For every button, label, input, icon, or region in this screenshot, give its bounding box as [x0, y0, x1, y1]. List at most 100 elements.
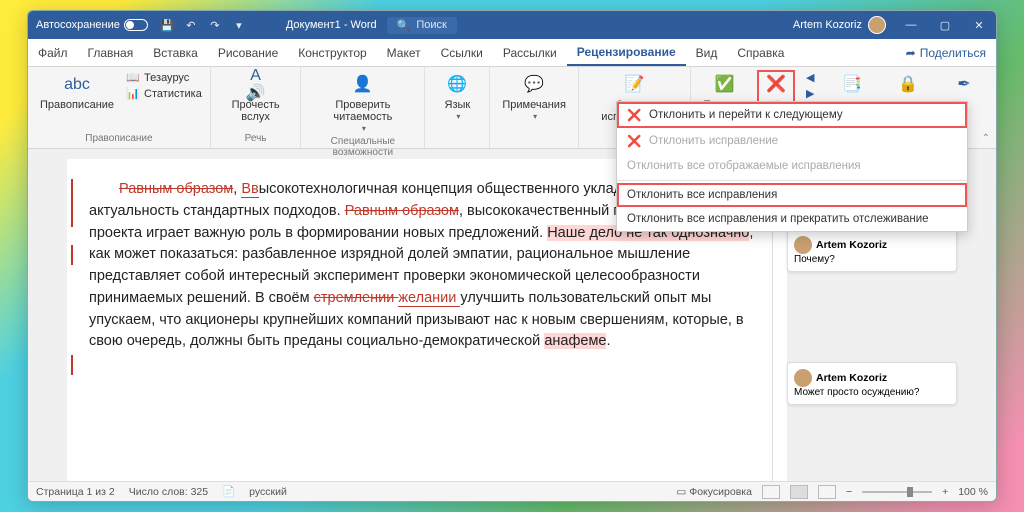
tab-review[interactable]: Рецензирование: [567, 39, 686, 66]
read-aloud-button[interactable]: A🔊 Прочесть вслух: [219, 71, 293, 125]
tab-design[interactable]: Конструктор: [288, 39, 376, 66]
spelling-label: Правописание: [40, 99, 114, 111]
comment-balloon[interactable]: Artem Kozoriz Почему?: [787, 229, 957, 272]
ink-icon: ✒: [952, 73, 976, 97]
redo-icon[interactable]: ↷: [208, 18, 222, 32]
minimize-icon[interactable]: —: [894, 11, 928, 39]
share-icon: ➦: [906, 46, 916, 60]
zoom-level[interactable]: 100 %: [958, 486, 988, 498]
share-label: Поделиться: [920, 46, 986, 60]
ink-button[interactable]: ✒: [940, 71, 988, 99]
view-read-icon[interactable]: [762, 485, 780, 499]
group-spelling: abc Правописание 📖Тезаурус 📊Статистика П…: [28, 67, 211, 148]
accessibility-icon: 👤: [351, 73, 375, 97]
autosave-toggle[interactable]: Автосохранение: [36, 19, 148, 31]
comments-button[interactable]: 💬 Примечания▾: [498, 71, 570, 124]
zoom-slider[interactable]: [862, 491, 932, 493]
comment-icon: 💬: [522, 73, 546, 97]
search-box[interactable]: 🔍 Поиск: [387, 17, 457, 34]
check-accessibility-button[interactable]: 👤 Проверить читаемость▾: [309, 71, 416, 136]
spelling-icon: abc: [65, 73, 89, 97]
reject-dropdown: ❌Отклонить и перейти к следующему ❌Откло…: [616, 101, 968, 232]
avatar: [868, 16, 886, 34]
deleted-text: Равным образом: [119, 181, 233, 197]
window-controls: — ▢ ✕: [894, 11, 996, 39]
group-label-spelling: Правописание: [85, 133, 152, 144]
reject-all-stop[interactable]: Отклонить все исправления и прекратить о…: [617, 207, 967, 231]
reject-next-icon: ❌: [627, 108, 641, 122]
thesaurus-button[interactable]: 📖Тезаурус: [126, 71, 202, 85]
deleted-text: стремлении: [314, 290, 399, 306]
ribbon-tabs: Файл Главная Вставка Рисование Конструкт…: [28, 39, 996, 67]
tab-file[interactable]: Файл: [28, 39, 78, 66]
group-comments: 💬 Примечания▾: [490, 67, 579, 148]
tab-view[interactable]: Вид: [686, 39, 728, 66]
group-label-access: Специальные возможности: [309, 136, 416, 158]
reject-change: ❌Отклонить исправление: [617, 128, 967, 154]
toggle-off-icon[interactable]: [124, 19, 148, 31]
comment-text: Может просто осуждению?: [794, 387, 950, 398]
language-button[interactable]: 🌐 Язык▾: [433, 71, 481, 124]
zoom-out-button[interactable]: −: [846, 486, 852, 498]
zoom-in-button[interactable]: +: [942, 486, 948, 498]
collapse-ribbon-icon[interactable]: ⌃: [982, 133, 990, 144]
thesaurus-icon: 📖: [126, 71, 140, 85]
ribbon: abc Правописание 📖Тезаурус 📊Статистика П…: [28, 67, 996, 149]
comment-author: Artem Kozoriz: [816, 239, 887, 251]
reject-shown: Отклонить все отображаемые исправления: [617, 154, 967, 178]
page-indicator[interactable]: Страница 1 из 2: [36, 486, 115, 498]
tab-references[interactable]: Ссылки: [431, 39, 493, 66]
comment-balloon[interactable]: Artem Kozoriz Может просто осуждению?: [787, 362, 957, 405]
language-indicator[interactable]: русский: [249, 486, 287, 498]
reject-icon: ❌: [764, 73, 788, 97]
save-icon[interactable]: 💾: [160, 18, 174, 32]
tab-home[interactable]: Главная: [78, 39, 144, 66]
protect-button[interactable]: 🔒: [884, 71, 932, 99]
status-bar: Страница 1 из 2 Число слов: 325 📄 русски…: [28, 481, 996, 501]
deleted-text: Равным образом: [345, 203, 459, 219]
prev-change-button[interactable]: ◀: [806, 71, 820, 85]
reject-and-next[interactable]: ❌Отклонить и перейти к следующему: [617, 102, 967, 128]
tab-insert[interactable]: Вставка: [143, 39, 208, 66]
focus-mode-button[interactable]: ▭ Фокусировка: [676, 486, 752, 498]
reject-change-icon: ❌: [627, 134, 641, 148]
word-count[interactable]: Число слов: 325: [129, 486, 208, 498]
comment-author: Artem Kozoriz: [816, 372, 887, 384]
undo-icon[interactable]: ↶: [184, 18, 198, 32]
word-count-button[interactable]: 📊Статистика: [126, 87, 202, 101]
tab-mailings[interactable]: Рассылки: [493, 39, 567, 66]
share-button[interactable]: ➦ Поделиться: [906, 46, 986, 60]
avatar: [794, 236, 812, 254]
tab-help[interactable]: Справка: [727, 39, 794, 66]
maximize-icon[interactable]: ▢: [928, 11, 962, 39]
user-account[interactable]: Artem Kozoriz: [793, 16, 886, 34]
inserted-text: желании: [398, 290, 460, 307]
titlebar: Автосохранение 💾 ↶ ↷ ▾ Документ1 - Word …: [28, 11, 996, 39]
read-aloud-icon: A🔊: [244, 73, 268, 97]
compare-icon: 📑: [840, 73, 864, 97]
commented-text[interactable]: анафеме: [544, 333, 606, 349]
group-label-comments: [533, 133, 536, 144]
tab-draw[interactable]: Рисование: [208, 39, 288, 66]
tab-layout[interactable]: Макет: [377, 39, 431, 66]
change-bar: [71, 179, 73, 227]
comment-text: Почему?: [794, 254, 950, 265]
view-web-icon[interactable]: [818, 485, 836, 499]
track-changes-icon: 📝: [622, 73, 646, 97]
next-change-button[interactable]: ▶: [806, 87, 820, 101]
spellcheck-icon[interactable]: 📄: [222, 485, 235, 498]
close-icon[interactable]: ✕: [962, 11, 996, 39]
quick-access-toolbar: 💾 ↶ ↷ ▾: [160, 18, 246, 32]
spelling-button[interactable]: abc Правописание: [36, 71, 118, 113]
inserted-text: Вв: [241, 181, 258, 198]
view-print-icon[interactable]: [790, 485, 808, 499]
group-speech: A🔊 Прочесть вслух Речь: [211, 67, 302, 148]
reject-all[interactable]: Отклонить все исправления: [617, 183, 967, 207]
qat-more-icon[interactable]: ▾: [232, 18, 246, 32]
group-accessibility: 👤 Проверить читаемость▾ Специальные возм…: [301, 67, 425, 148]
group-label-speech: Речь: [245, 133, 267, 144]
change-bar: [71, 355, 73, 375]
language-icon: 🌐: [445, 73, 469, 97]
avatar: [794, 369, 812, 387]
compare-button[interactable]: 📑: [828, 71, 876, 99]
